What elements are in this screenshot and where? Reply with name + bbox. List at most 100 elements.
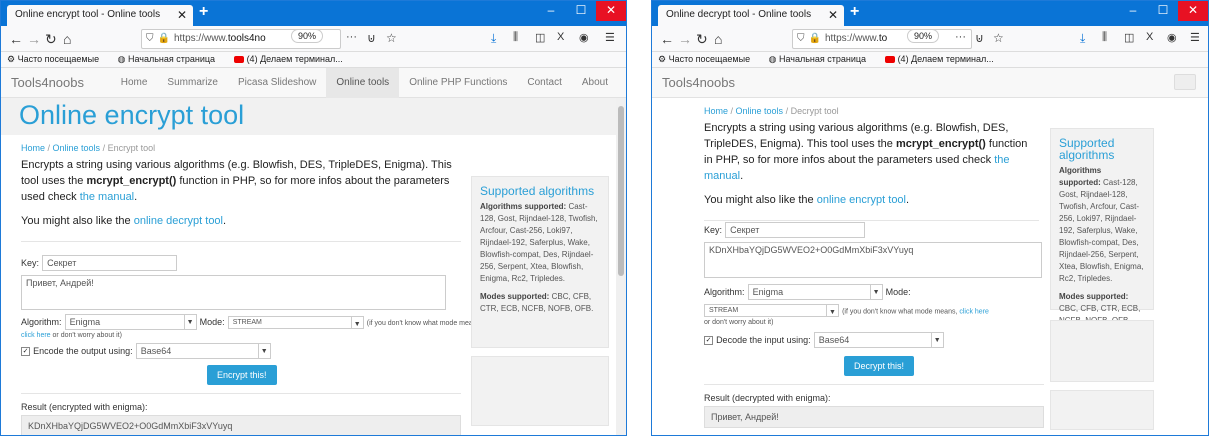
bookmark-item[interactable]: (4) Делаем терминал... xyxy=(233,54,351,64)
home-icon[interactable]: ⌂ xyxy=(714,31,722,47)
result-output[interactable]: Привет, Андрей! xyxy=(704,406,1044,428)
close-window-icon[interactable]: ✕ xyxy=(1178,1,1208,21)
reload-icon[interactable]: ↻ xyxy=(696,31,708,48)
decrypt-button[interactable]: Decrypt this! xyxy=(844,356,915,376)
new-tab-icon[interactable]: + xyxy=(199,3,208,21)
algorithm-label: Algorithm: xyxy=(704,286,745,297)
forward-icon[interactable]: → xyxy=(27,31,41,47)
decrypt-tool-link[interactable]: online decrypt tool xyxy=(134,215,223,227)
tab-close-icon[interactable]: ✕ xyxy=(828,8,838,22)
breadcrumb: Home / Online tools / Encrypt tool xyxy=(21,143,156,153)
minimize-icon[interactable]: – xyxy=(536,1,566,21)
encrypt-tool-link[interactable]: online encrypt tool xyxy=(817,194,906,206)
result-output[interactable]: KDnXHbaYQjDG5WVEO2+O0GdMmXbiF3xVYuyq xyxy=(21,415,461,435)
sidebar-title: Supported algorithms xyxy=(1059,136,1115,162)
algorithm-select[interactable]: Enigma ▼ xyxy=(64,314,197,330)
menu-online-tools[interactable]: Online tools xyxy=(326,68,400,98)
decode-select[interactable]: Base64 ▼ xyxy=(813,332,944,348)
crumb-current: Decrypt tool xyxy=(790,106,839,116)
crumb-online-tools[interactable]: Online tools xyxy=(736,106,784,116)
library-icon[interactable]: ⫼ xyxy=(513,31,518,44)
back-icon[interactable]: ← xyxy=(9,31,23,47)
decode-label: Decode the input using: xyxy=(716,334,811,345)
nav-toolbar: ← → ↻ ⌂ ⛉ 🔒 https://www.to 90% ··· ⊍ ☆ ⤓ ⫼… xyxy=(652,26,1208,52)
sidebar-title: Supported algorithms xyxy=(480,184,595,198)
menu-summarize[interactable]: Summarize xyxy=(157,68,228,98)
bookmark-item[interactable]: ◍ Начальная страница xyxy=(118,54,223,64)
key-input[interactable]: Секрет xyxy=(42,255,178,271)
algorithm-select[interactable]: Enigma ▼ xyxy=(747,284,883,300)
more-icon[interactable]: ··· xyxy=(346,31,357,43)
site-navbar: Tools4noobs Home Summarize Picasa Slides… xyxy=(1,68,626,98)
site-brand[interactable]: Tools4noobs xyxy=(11,75,84,90)
divider xyxy=(21,241,461,242)
forward-icon[interactable]: → xyxy=(678,31,692,47)
back-icon[interactable]: ← xyxy=(660,31,674,47)
url-bar[interactable]: ⛉ 🔒 https://www.to xyxy=(792,29,972,49)
reload-icon[interactable]: ↻ xyxy=(45,31,57,48)
decode-value: Base64 xyxy=(818,335,850,345)
close-window-icon[interactable]: ✕ xyxy=(596,1,626,21)
menu-php-functions[interactable]: Online PHP Functions xyxy=(399,68,517,98)
maximize-icon[interactable]: ☐ xyxy=(1148,1,1178,21)
bookmark-item[interactable]: ⚙ Часто посещаемые xyxy=(7,54,107,64)
bookmark-star-icon[interactable]: ☆ xyxy=(386,31,397,45)
home-icon[interactable]: ⌂ xyxy=(63,31,71,47)
scrollbar[interactable] xyxy=(616,98,626,435)
browser-tab[interactable]: Online encrypt tool - Online tools ✕ xyxy=(7,5,193,26)
text-input[interactable]: Привет, Андрей! xyxy=(21,275,446,310)
key-input[interactable]: Секрет xyxy=(725,222,866,238)
click-here-link[interactable]: click here xyxy=(959,308,989,315)
menu-about[interactable]: About xyxy=(572,68,618,98)
menu-picasa[interactable]: Picasa Slideshow xyxy=(228,68,326,98)
extension-icon[interactable]: ◉ xyxy=(579,31,589,44)
crumb-online-tools[interactable]: Online tools xyxy=(53,143,101,153)
download-icon[interactable]: ⤓ xyxy=(1080,31,1085,46)
sidebar-icon[interactable]: ◫ xyxy=(535,31,545,44)
mode-select[interactable]: STREAM ▼ xyxy=(704,304,839,317)
menu-icon[interactable]: ☰ xyxy=(1190,31,1200,44)
pocket-icon[interactable]: ⊍ xyxy=(975,31,984,45)
extension-icon[interactable]: ◉ xyxy=(1167,31,1177,44)
browser-tab[interactable]: Online decrypt tool - Online tools ✕ xyxy=(658,5,844,26)
bookmark-item[interactable]: ◍ Начальная страница xyxy=(769,54,874,64)
mode-select[interactable]: STREAM ▼ xyxy=(227,315,364,329)
encrypt-button[interactable]: Encrypt this! xyxy=(207,365,277,385)
decode-checkbox[interactable]: ✓ xyxy=(704,335,713,345)
new-tab-icon[interactable]: + xyxy=(850,3,859,21)
pocket-icon[interactable]: ⊍ xyxy=(367,31,376,45)
encode-select[interactable]: Base64 ▼ xyxy=(135,343,271,359)
encode-checkbox[interactable]: ✓ xyxy=(21,346,30,356)
minimize-icon[interactable]: – xyxy=(1118,1,1148,21)
bookmark-label: (4) Делаем терминал... xyxy=(246,54,343,64)
extension-x-icon[interactable]: X xyxy=(557,31,564,43)
menu-icon[interactable]: ☰ xyxy=(605,31,615,44)
more-icon[interactable]: ··· xyxy=(955,31,966,43)
crumb-home[interactable]: Home xyxy=(21,143,45,153)
menu-contact[interactable]: Contact xyxy=(517,68,571,98)
text-input[interactable]: KDnXHbaYQjDG5WVEO2+O0GdMmXbiF3xVYuyq xyxy=(704,242,1042,278)
menu-home[interactable]: Home xyxy=(111,68,158,98)
nav-toolbar: ← → ↻ ⌂ ⛉ 🔒 https://www.tools4no 90% ··· ⊍… xyxy=(1,26,626,52)
sidebar-icon[interactable]: ◫ xyxy=(1124,31,1134,44)
site-brand[interactable]: Tools4noobs xyxy=(662,75,735,90)
tab-close-icon[interactable]: ✕ xyxy=(177,8,187,22)
library-icon[interactable]: ⫼ xyxy=(1102,31,1107,44)
maximize-icon[interactable]: ☐ xyxy=(566,1,596,21)
manual-link[interactable]: the manual xyxy=(80,191,134,203)
bookmark-star-icon[interactable]: ☆ xyxy=(993,31,1004,45)
algorithm-value: Enigma xyxy=(752,287,784,297)
download-icon[interactable]: ⤓ xyxy=(491,31,496,46)
extension-x-icon[interactable]: X xyxy=(1146,31,1153,43)
bookmark-item[interactable]: (4) Делаем терминал... xyxy=(884,54,1002,64)
click-here-link[interactable]: click here xyxy=(21,332,51,339)
zoom-badge[interactable]: 90% xyxy=(907,29,940,43)
scrollbar-thumb[interactable] xyxy=(618,106,624,276)
youtube-icon xyxy=(233,56,244,64)
title-bar: Online encrypt tool - Online tools ✕ + – … xyxy=(1,1,626,26)
bookmark-item[interactable]: ⚙ Часто посещаемые xyxy=(658,54,758,64)
crumb-home[interactable]: Home xyxy=(704,106,728,116)
tab-title: Online decrypt tool - Online tools xyxy=(666,9,812,20)
hamburger-menu-icon[interactable] xyxy=(1174,74,1196,90)
zoom-badge[interactable]: 90% xyxy=(291,29,324,43)
